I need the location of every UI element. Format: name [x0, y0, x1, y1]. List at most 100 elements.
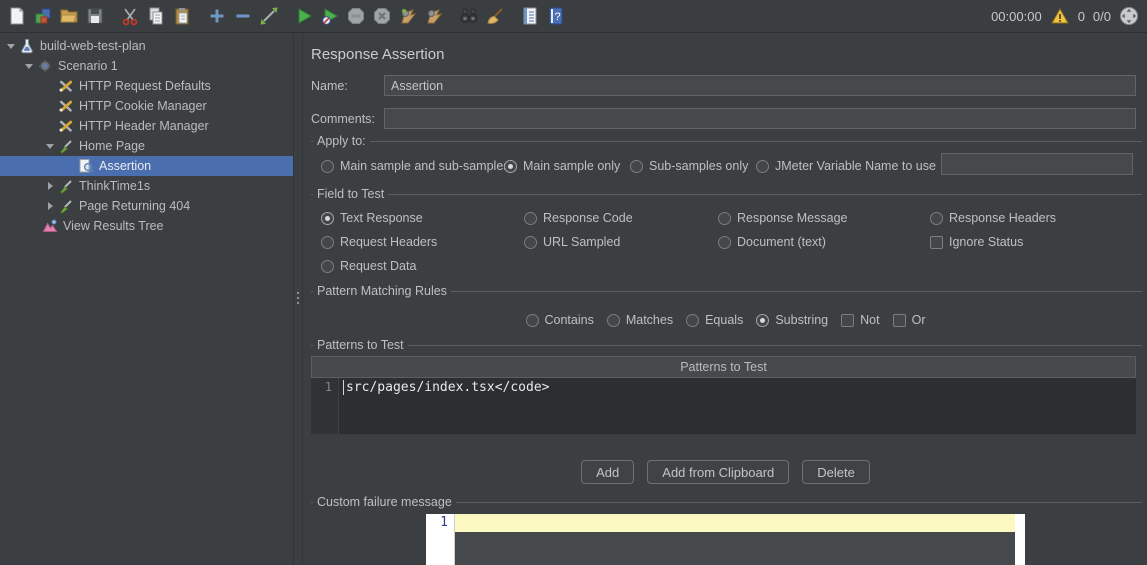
- shutdown-button[interactable]: [369, 3, 395, 29]
- toggle-button[interactable]: [256, 3, 282, 29]
- field-option-request-data[interactable]: Request Data: [321, 256, 416, 276]
- field-option-document-text[interactable]: Document (text): [718, 232, 826, 252]
- arrow-spacer: [44, 120, 56, 132]
- clear-all-button[interactable]: [482, 3, 508, 29]
- tree-main-splitter[interactable]: [293, 34, 303, 565]
- thread-group-gear-icon: [37, 58, 53, 74]
- radio-icon: [630, 160, 643, 173]
- remote-start-all-button[interactable]: [395, 3, 421, 29]
- option-label: Response Code: [543, 211, 633, 225]
- rule-or-checkbox[interactable]: Or: [893, 310, 926, 330]
- apply-to-option-jmeter-variable[interactable]: JMeter Variable Name to use: [756, 156, 936, 176]
- patterns-row[interactable]: src/pages/index.tsx</code>: [339, 378, 550, 434]
- name-input[interactable]: [384, 75, 1136, 96]
- rule-option-equals[interactable]: Equals: [686, 310, 743, 330]
- arrow-spacer: [28, 220, 40, 232]
- tree-node-assertion[interactable]: Assertion: [0, 156, 293, 176]
- tree-node-http-request-defaults[interactable]: HTTP Request Defaults: [0, 76, 293, 96]
- tree-node-home-page[interactable]: Home Page: [0, 136, 293, 156]
- radio-checked-icon: [321, 212, 334, 225]
- tree-node-thinktime1s[interactable]: ThinkTime1s: [0, 176, 293, 196]
- tree-node-scenario-1[interactable]: Scenario 1: [0, 56, 293, 76]
- save-button[interactable]: [82, 3, 108, 29]
- field-option-request-headers[interactable]: Request Headers: [321, 232, 437, 252]
- radio-icon: [756, 160, 769, 173]
- option-label: Sub-samples only: [649, 159, 748, 173]
- rule-option-substring[interactable]: Substring: [756, 310, 828, 330]
- field-option-response-headers[interactable]: Response Headers: [930, 208, 1056, 228]
- sampler-pipette-icon: [58, 138, 74, 154]
- response-assertion-panel: Response Assertion Name: Comments: Apply…: [304, 34, 1147, 565]
- tree-node-http-header-manager[interactable]: HTTP Header Manager: [0, 116, 293, 136]
- pattern-rules-row: Contains Matches Equals Substring Not Or: [304, 310, 1147, 330]
- collapse-all-button[interactable]: [230, 3, 256, 29]
- start-no-timers-button[interactable]: [317, 3, 343, 29]
- radio-icon: [321, 260, 334, 273]
- expand-arrow-icon[interactable]: [5, 40, 17, 52]
- tree-node-label: HTTP Request Defaults: [79, 79, 211, 93]
- tree-node-view-results-tree[interactable]: View Results Tree: [0, 216, 293, 236]
- option-label: Not: [860, 313, 879, 327]
- option-label: Substring: [775, 313, 828, 327]
- config-wrench-icon: [58, 78, 74, 94]
- help-button[interactable]: ?: [543, 3, 569, 29]
- apply-to-option-main-and-sub[interactable]: Main sample and sub-samples: [321, 156, 510, 176]
- function-helper-button[interactable]: [517, 3, 543, 29]
- option-label: Request Headers: [340, 235, 437, 249]
- option-label: Matches: [626, 313, 673, 327]
- rule-not-checkbox[interactable]: Not: [841, 310, 879, 330]
- field-option-response-code[interactable]: Response Code: [524, 208, 633, 228]
- add-from-clipboard-button[interactable]: Add from Clipboard: [647, 460, 789, 484]
- splitter-grip[interactable]: [297, 292, 299, 307]
- radio-icon: [524, 212, 537, 225]
- delete-button[interactable]: Delete: [802, 460, 870, 484]
- collapse-arrow-icon[interactable]: [44, 200, 56, 212]
- custom-failure-editor[interactable]: 1: [426, 514, 1025, 565]
- option-label: Document (text): [737, 235, 826, 249]
- stop-button[interactable]: [343, 3, 369, 29]
- ignore-status-checkbox[interactable]: Ignore Status: [930, 232, 1023, 252]
- start-button[interactable]: [291, 3, 317, 29]
- editor-scrollbar[interactable]: [1015, 514, 1025, 565]
- cut-button[interactable]: [117, 3, 143, 29]
- collapse-arrow-icon[interactable]: [44, 180, 56, 192]
- jmeter-variable-input[interactable]: [941, 153, 1133, 175]
- radio-checked-icon: [504, 160, 517, 173]
- field-to-test-legend: Field to Test: [313, 187, 388, 201]
- config-wrench-icon: [58, 98, 74, 114]
- remote-stop-all-icon: [424, 6, 444, 26]
- paste-button[interactable]: [169, 3, 195, 29]
- field-option-text-response[interactable]: Text Response: [321, 208, 423, 228]
- search-button[interactable]: [456, 3, 482, 29]
- log-warning-icon[interactable]: [1050, 6, 1070, 26]
- tree-node-http-cookie-manager[interactable]: HTTP Cookie Manager: [0, 96, 293, 116]
- rule-option-matches[interactable]: Matches: [607, 310, 673, 330]
- custom-failure-line-number: 1: [426, 514, 455, 565]
- comments-input[interactable]: [384, 108, 1136, 129]
- patterns-button-row: Add Add from Clipboard Delete: [304, 460, 1147, 484]
- field-option-response-message[interactable]: Response Message: [718, 208, 847, 228]
- plus-icon: [207, 6, 227, 26]
- patterns-to-test-group: Patterns to Test: [311, 345, 1142, 346]
- radio-icon: [321, 236, 334, 249]
- tree-node-test-plan[interactable]: build-web-test-plan: [0, 36, 293, 56]
- new-file-button[interactable]: [4, 3, 30, 29]
- copy-button[interactable]: [143, 3, 169, 29]
- apply-to-option-main-only[interactable]: Main sample only: [504, 156, 620, 176]
- templates-button[interactable]: [30, 3, 56, 29]
- field-option-url-sampled[interactable]: URL Sampled: [524, 232, 620, 252]
- add-button[interactable]: Add: [581, 460, 634, 484]
- expand-arrow-icon[interactable]: [23, 60, 35, 72]
- expand-all-button[interactable]: [204, 3, 230, 29]
- tree-node-label: Home Page: [79, 139, 145, 153]
- open-file-button[interactable]: [56, 3, 82, 29]
- option-label: Request Data: [340, 259, 416, 273]
- patterns-editor[interactable]: 1 src/pages/index.tsx</code>: [311, 378, 1136, 434]
- tree-node-page-returning-404[interactable]: Page Returning 404: [0, 196, 293, 216]
- radio-icon: [686, 314, 699, 327]
- apply-to-option-sub-only[interactable]: Sub-samples only: [630, 156, 748, 176]
- remote-stop-all-button[interactable]: [421, 3, 447, 29]
- expand-arrow-icon[interactable]: [44, 140, 56, 152]
- rule-option-contains[interactable]: Contains: [526, 310, 594, 330]
- stop-icon: [346, 6, 366, 26]
